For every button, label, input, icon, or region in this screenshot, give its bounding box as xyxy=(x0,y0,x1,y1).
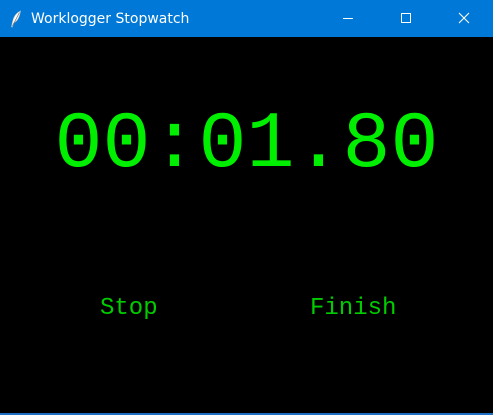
close-button[interactable] xyxy=(435,0,493,37)
minimize-icon xyxy=(342,9,354,28)
stop-button[interactable]: Stop xyxy=(100,294,158,324)
finish-button[interactable]: Finish xyxy=(310,294,396,324)
maximize-icon xyxy=(400,9,412,28)
elapsed-time-display: 00:01.80 xyxy=(54,100,439,191)
title-bar[interactable]: Worklogger Stopwatch xyxy=(0,0,493,37)
minimize-button[interactable] xyxy=(319,0,377,37)
window-controls xyxy=(319,0,493,37)
feather-icon xyxy=(8,9,24,28)
stopwatch-window: Worklogger Stopwatch 00:01.80 Stop Finis… xyxy=(0,0,493,415)
window-title: Worklogger Stopwatch xyxy=(31,10,190,27)
maximize-button[interactable] xyxy=(377,0,435,37)
close-icon xyxy=(458,9,470,28)
